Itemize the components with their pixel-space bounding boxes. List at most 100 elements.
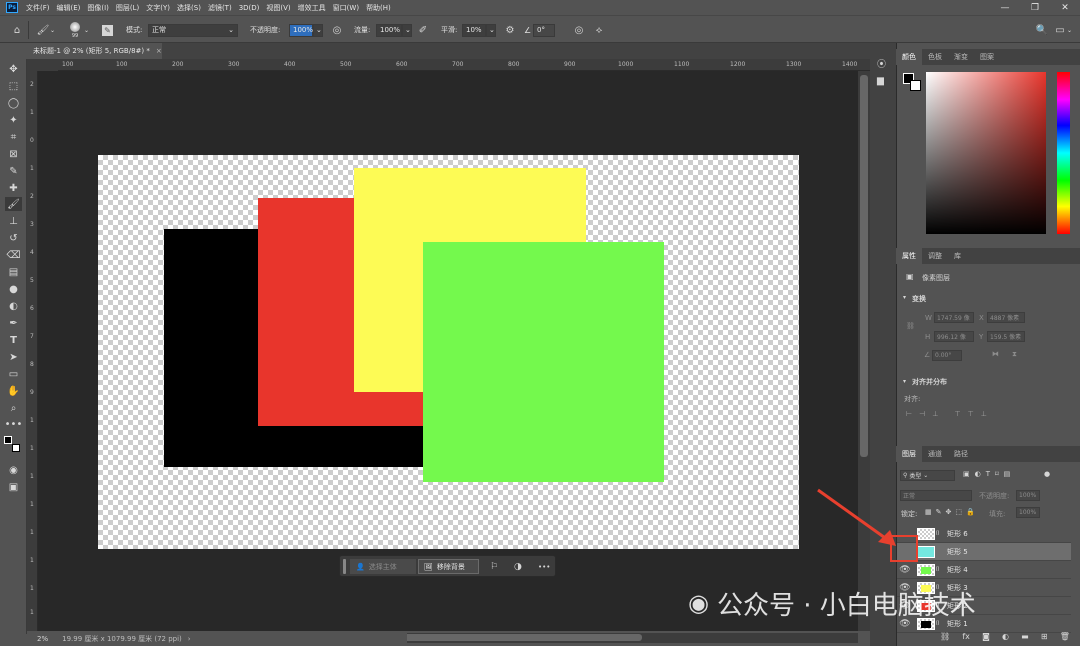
flip-vertical-icon[interactable]: ⧗	[1012, 350, 1017, 359]
move-tool-icon[interactable]: ✥	[5, 62, 22, 76]
trash-icon[interactable]: 🗑	[1060, 632, 1070, 641]
menu-edit[interactable]: 编辑(E)	[57, 3, 81, 13]
close-window-button[interactable]: ✕	[1050, 0, 1080, 15]
tab-gradients[interactable]: 渐变	[948, 49, 974, 65]
layer-filter-select[interactable]: ⚲ 类型 ⌄	[900, 470, 955, 481]
airbrush-icon[interactable]: ✐	[416, 16, 430, 44]
pen-tool-icon[interactable]: ✒	[5, 316, 22, 330]
foreground-color-swatch[interactable]	[4, 436, 12, 444]
brush-tool-preset-icon[interactable]: 🖌 ⌄	[36, 16, 55, 44]
maximize-button[interactable]: ❐	[1020, 0, 1050, 15]
symmetry-icon[interactable]: ⟡	[592, 16, 606, 44]
brush-size-picker[interactable]: 99	[70, 16, 80, 44]
menu-image[interactable]: 图像(I)	[87, 3, 109, 13]
contrast-icon[interactable]: ◑	[514, 559, 522, 574]
layer-row-selected[interactable]: 矩形 5	[897, 543, 1071, 561]
document-tab[interactable]: 未标题-1 @ 2% (矩形 5, RGB/8#) * ×	[30, 43, 162, 59]
opacity-input[interactable]: 100% ⌄	[289, 16, 323, 44]
pressure-size-icon[interactable]: ◎	[572, 16, 586, 44]
link-dimensions-icon[interactable]: ⛓	[906, 322, 915, 330]
flow-input[interactable]: 100% ⌄	[376, 16, 412, 44]
mode-select[interactable]: 正常 ⌄	[148, 16, 238, 44]
status-menu-arrow-icon[interactable]: ›	[188, 635, 191, 643]
zoom-tool-icon[interactable]: ⌕	[5, 401, 22, 415]
path-selection-tool-icon[interactable]: ➤	[5, 350, 22, 364]
remove-background-button[interactable]: 🖼 移除背景	[418, 559, 479, 574]
menu-view[interactable]: 视图(V)	[266, 3, 290, 13]
smoothing-input[interactable]: 10% ⌄	[462, 16, 496, 44]
height-input[interactable]: 996.12 像	[934, 331, 974, 342]
gradient-tool-icon[interactable]: ▤	[5, 265, 22, 279]
horizontal-scrollbar-thumb[interactable]	[395, 634, 642, 641]
align-distribute-title[interactable]: 对齐并分布	[912, 377, 947, 387]
tab-patterns[interactable]: 图案	[974, 49, 1000, 65]
eyedropper-tool-icon[interactable]: ✎	[5, 164, 22, 178]
layer-row[interactable]: ⌷ 矩形 6	[897, 525, 1071, 543]
blend-mode-select[interactable]: 正常	[900, 490, 972, 501]
layer-filter-icons[interactable]: ▣◐T⌑▤	[963, 470, 1015, 478]
menu-filter[interactable]: 滤镜(T)	[208, 3, 232, 13]
fx-icon[interactable]: fx	[962, 632, 970, 641]
fill-input[interactable]: 100%	[1016, 507, 1040, 518]
menu-file[interactable]: 文件(F)	[26, 3, 50, 13]
rectangle-tool-icon[interactable]: ▭	[5, 367, 22, 381]
brush-size-dropdown-icon[interactable]: ⌄	[84, 16, 89, 44]
gear-icon[interactable]: ⚙	[503, 16, 517, 44]
clone-stamp-tool-icon[interactable]: ⊥	[5, 214, 22, 228]
link-icon[interactable]: ⛓	[940, 632, 950, 641]
home-icon[interactable]: ⌂	[10, 16, 24, 44]
tab-paths[interactable]: 路径	[948, 446, 974, 462]
vertical-scrollbar-thumb[interactable]	[860, 75, 868, 457]
brush-settings-icon[interactable]: ✎	[102, 16, 113, 44]
hand-tool-icon[interactable]: ✋	[5, 384, 22, 398]
brush-tool-icon[interactable]: 🖌	[5, 197, 22, 211]
tab-layers[interactable]: 图层	[896, 446, 922, 462]
layer-opacity-input[interactable]: 100%	[1016, 490, 1040, 501]
eye-icon[interactable]: 👁	[897, 565, 913, 575]
x-input[interactable]: 4887 像素	[987, 312, 1025, 323]
dodge-tool-icon[interactable]: ◐	[5, 299, 22, 313]
minimize-button[interactable]: —	[990, 0, 1020, 15]
brush-settings-panel-icon[interactable]: ⦿	[877, 57, 889, 70]
workspace-icon[interactable]: ▭ ⌄	[1053, 16, 1072, 44]
hue-slider[interactable]	[1057, 72, 1070, 234]
lasso-tool-icon[interactable]: ◯	[5, 96, 22, 110]
screen-mode-icon[interactable]: ▣	[5, 480, 22, 494]
adjustment-icon[interactable]: ◐	[1002, 632, 1009, 641]
frame-tool-icon[interactable]: ⊠	[5, 147, 22, 161]
pressure-opacity-icon[interactable]: ◎	[330, 16, 344, 44]
new-layer-icon[interactable]: ⊞	[1041, 632, 1048, 641]
filter-toggle-icon[interactable]: ●	[1044, 470, 1050, 478]
tab-libraries[interactable]: 库	[948, 248, 967, 264]
green-rectangle[interactable]	[423, 242, 664, 482]
angle-input[interactable]: 0.00°	[932, 350, 962, 361]
quick-mask-icon[interactable]: ◉	[5, 463, 22, 477]
type-tool-icon[interactable]: T	[5, 333, 22, 347]
flip-horizontal-icon[interactable]: ⧓	[992, 350, 999, 358]
group-icon[interactable]: ▬	[1021, 632, 1029, 641]
search-icon[interactable]: 🔍	[1035, 16, 1049, 44]
layer-row[interactable]: 👁 ⌷ 矩形 4	[897, 561, 1071, 579]
angle-input[interactable]: 0°	[533, 16, 555, 44]
color-field-picker[interactable]	[926, 72, 1046, 234]
blur-tool-icon[interactable]: ●	[5, 282, 22, 296]
width-input[interactable]: 1747.59 像	[934, 312, 974, 323]
menu-layer[interactable]: 图层(L)	[116, 3, 139, 13]
chevron-down-icon[interactable]: ▾	[903, 294, 906, 301]
drag-handle[interactable]	[343, 559, 346, 574]
y-input[interactable]: 159.5 像素	[987, 331, 1025, 342]
chevron-down-icon[interactable]: ▾	[903, 378, 906, 385]
comments-panel-icon[interactable]: ▆	[877, 76, 889, 88]
zoom-level[interactable]: 2%	[37, 635, 48, 643]
menu-plugins[interactable]: 增效工具	[298, 3, 326, 13]
background-color-swatch[interactable]	[12, 444, 20, 452]
menu-window[interactable]: 窗口(W)	[333, 3, 359, 13]
tab-swatches[interactable]: 色板	[922, 49, 948, 65]
tab-color[interactable]: 颜色	[896, 49, 922, 65]
close-tab-icon[interactable]: ×	[156, 47, 162, 55]
tab-adjustments[interactable]: 调整	[922, 248, 948, 264]
flag-icon[interactable]: ⚐	[490, 559, 498, 574]
tab-channels[interactable]: 通道	[922, 446, 948, 462]
magic-wand-tool-icon[interactable]: ✦	[5, 113, 22, 127]
healing-brush-tool-icon[interactable]: ✚	[5, 181, 22, 195]
